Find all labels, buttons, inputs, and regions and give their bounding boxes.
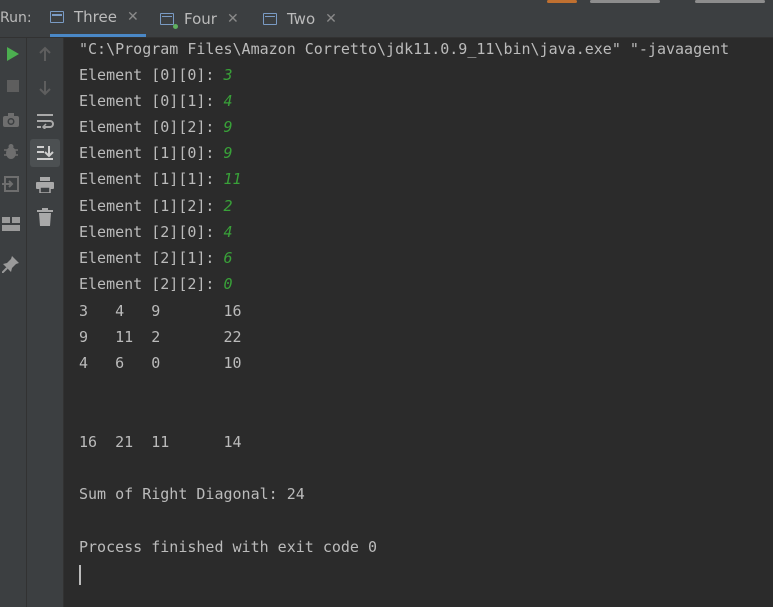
tab-two[interactable]: Two ✕ xyxy=(263,0,337,37)
user-input: 4 xyxy=(223,223,233,241)
input-prompt-line: Element [2][0]: 4 xyxy=(79,219,233,245)
bug-icon[interactable] xyxy=(1,142,21,162)
input-prompt-line: Element [0][0]: 3 xyxy=(79,62,233,88)
input-prompt-line: Element [1][0]: 9 xyxy=(79,140,233,166)
console-tab-icon xyxy=(160,12,178,29)
pin-icon[interactable] xyxy=(0,254,22,274)
prompt-text: Element [2][1]: xyxy=(79,249,224,267)
user-input: 9 xyxy=(223,144,233,162)
matrix-row: 3 4 9 16 xyxy=(79,302,242,320)
tab-label: Four xyxy=(184,9,217,28)
diagonal-sum: Sum of Right Diagonal: 24 xyxy=(79,485,305,503)
input-prompt-line: Element [1][2]: 2 xyxy=(79,193,233,219)
input-prompt-line: Element [0][1]: 4 xyxy=(79,88,233,114)
down-arrow-icon[interactable] xyxy=(35,78,55,98)
prompt-text: Element [0][1]: xyxy=(79,92,224,110)
command-line: "C:\Program Files\Amazon Corretto\jdk11.… xyxy=(79,40,730,58)
exit-message: Process finished with exit code 0 xyxy=(79,538,378,556)
user-input: 6 xyxy=(223,249,233,267)
run-tab-bar: Run: Three ✕ Four ✕ Two ✕ xyxy=(0,0,773,38)
matrix-row: 9 11 2 22 xyxy=(79,328,242,346)
matrix-row: 4 6 0 10 xyxy=(79,354,242,372)
user-input: 11 xyxy=(223,170,242,188)
prompt-text: Element [1][2]: xyxy=(79,197,224,215)
console-tab-icon xyxy=(50,11,64,23)
prompt-text: Element [1][0]: xyxy=(79,144,224,162)
close-icon[interactable]: ✕ xyxy=(127,9,139,25)
close-icon[interactable]: ✕ xyxy=(227,11,239,27)
user-input: 2 xyxy=(223,197,233,215)
tab-four[interactable]: Four ✕ xyxy=(160,0,239,37)
exit-icon[interactable] xyxy=(1,174,21,194)
tab-label: Two xyxy=(287,9,316,28)
input-prompt-line: Element [2][1]: 6 xyxy=(79,245,233,271)
layout-icon[interactable] xyxy=(0,214,22,234)
up-arrow-icon[interactable] xyxy=(35,44,55,64)
user-input: 9 xyxy=(223,118,233,136)
input-prompt-line: Element [2][2]: 0 xyxy=(79,271,233,297)
console-tab-icon xyxy=(263,12,277,25)
toolbar-overflow xyxy=(545,0,773,4)
stop-icon[interactable] xyxy=(3,76,23,96)
tab-three[interactable]: Three ✕ xyxy=(50,0,146,37)
print-icon[interactable] xyxy=(34,175,56,195)
column-sums-row: 16 21 11 14 xyxy=(79,433,242,451)
run-panel-label: Run: xyxy=(0,10,32,26)
prompt-text: Element [2][2]: xyxy=(79,275,224,293)
prompt-text: Element [0][0]: xyxy=(79,66,224,84)
prompt-text: Element [2][0]: xyxy=(79,223,224,241)
run-actions-toolbar xyxy=(0,38,27,607)
close-icon[interactable]: ✕ xyxy=(325,11,337,27)
console-output[interactable]: "C:\Program Files\Amazon Corretto\jdk11.… xyxy=(79,38,773,607)
soft-wrap-icon[interactable] xyxy=(34,111,56,131)
console-actions-toolbar xyxy=(27,38,64,607)
input-prompt-line: Element [1][1]: 11 xyxy=(79,166,242,192)
prompt-text: Element [0][2]: xyxy=(79,118,224,136)
prompt-text: Element [1][1]: xyxy=(79,170,224,188)
text-cursor xyxy=(79,565,81,585)
user-input: 4 xyxy=(223,92,233,110)
user-input: 3 xyxy=(223,66,233,84)
scroll-to-end-icon[interactable] xyxy=(30,139,60,167)
tab-label: Three xyxy=(74,8,117,26)
user-input: 0 xyxy=(223,275,233,293)
run-icon[interactable] xyxy=(3,44,23,64)
camera-icon[interactable] xyxy=(1,110,21,130)
input-prompt-line: Element [0][2]: 9 xyxy=(79,114,233,140)
trash-icon[interactable] xyxy=(34,207,56,227)
